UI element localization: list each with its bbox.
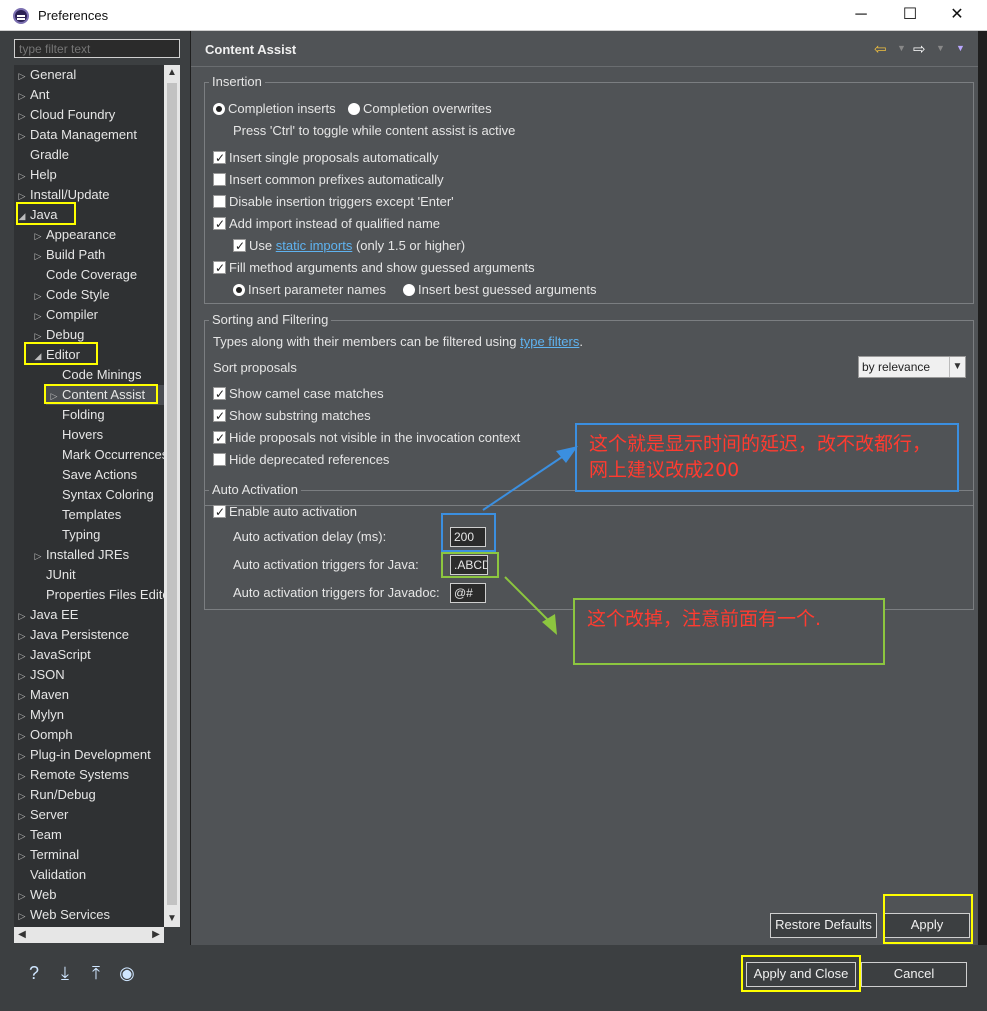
blue-arrow-line — [482, 456, 563, 511]
green-arrow-line — [504, 576, 549, 621]
blue-arrowhead — [556, 446, 578, 463]
annotation-arrows — [482, 446, 578, 635]
